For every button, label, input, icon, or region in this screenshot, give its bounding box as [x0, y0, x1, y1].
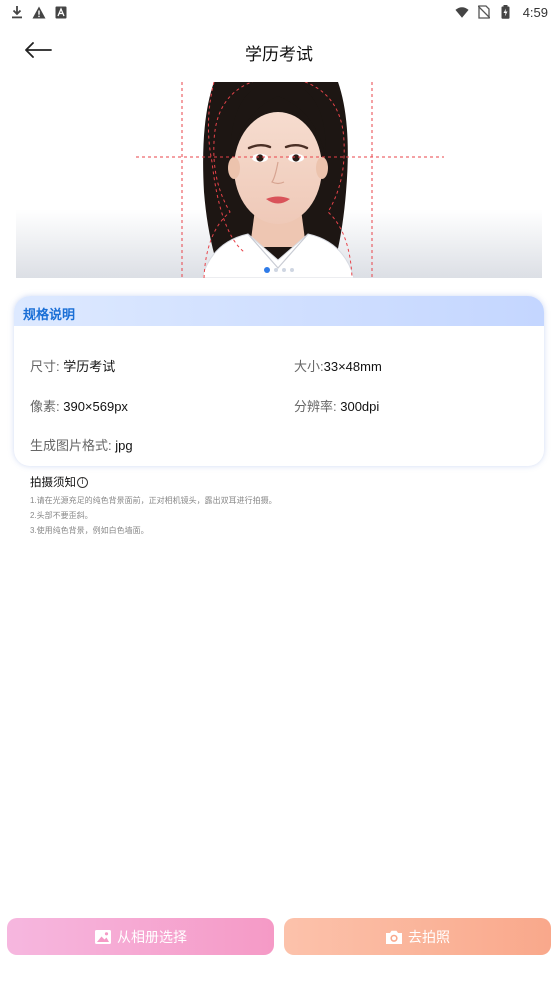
spec-dimension-value: 33×48mm — [323, 359, 382, 374]
notice-line: 2.头部不要歪斜。 — [30, 511, 93, 520]
status-left — [10, 5, 68, 19]
wifi-icon — [455, 5, 469, 19]
choose-from-album-button[interactable]: 从相册选择 — [7, 918, 274, 955]
spec-pixels: 像素: 390×569px — [30, 396, 128, 415]
info-icon[interactable]: i — [77, 476, 88, 488]
sample-portrait-image — [16, 82, 542, 278]
page-dot-active — [264, 267, 270, 273]
page-dot — [274, 268, 278, 272]
page-title: 学历考试 — [245, 44, 313, 64]
spec-dimension: 大小:33×48mm — [294, 356, 382, 375]
spec-card-body: 尺寸: 学历考试 大小:33×48mm 像素: 390×569px 分辨率: 3… — [20, 326, 538, 460]
spec-pixels-label: 像素: — [30, 399, 64, 414]
notice-line: 1.请在光源充足的纯色背景面前，正对相机镜头，露出双耳进行拍摄。 — [30, 496, 277, 505]
warning-icon — [32, 5, 46, 19]
take-photo-button[interactable]: 去拍照 — [284, 918, 551, 955]
spec-title: 规格说明 — [23, 307, 76, 322]
back-button[interactable] — [22, 38, 54, 66]
spec-size-value: 学历考试 — [63, 359, 116, 374]
banner-page-indicator — [16, 267, 542, 273]
spec-size-label: 尺寸: — [30, 359, 64, 374]
notice-title: 拍摄须知 — [30, 477, 76, 489]
spec-resolution-value: 300dpi — [340, 399, 380, 414]
spec-format-value: jpg — [115, 438, 133, 453]
choose-from-album-label: 从相册选择 — [117, 928, 187, 945]
sample-photo-banner[interactable] — [16, 82, 542, 278]
spec-format-label: 生成图片格式: — [30, 438, 116, 453]
sim-alert-icon — [54, 5, 68, 19]
status-bar: 4:59 — [0, 0, 558, 24]
camera-icon — [385, 929, 403, 945]
status-right: 4:59 — [455, 5, 548, 20]
download-icon — [10, 5, 24, 19]
spec-resolution: 分辨率: 300dpi — [294, 396, 379, 415]
battery-charging-icon — [499, 5, 513, 19]
page-dot — [290, 268, 294, 272]
take-photo-label: 去拍照 — [408, 928, 450, 945]
no-sim-icon — [477, 5, 491, 19]
image-icon — [94, 929, 112, 945]
arrow-left-icon — [24, 41, 52, 63]
spec-resolution-label: 分辨率: — [294, 399, 341, 414]
spec-size: 尺寸: 学历考试 — [30, 356, 115, 375]
status-time: 4:59 — [522, 4, 548, 20]
notice-title-row: 拍摄须知 i — [30, 474, 530, 490]
spec-card-header: 规格说明 — [14, 296, 544, 326]
spec-format: 生成图片格式: jpg — [30, 435, 133, 454]
spec-card: 规格说明 尺寸: 学历考试 大小:33×48mm 像素: 390×569px 分… — [14, 296, 544, 466]
app-header: 学历考试 — [0, 28, 558, 76]
page-dot — [282, 268, 286, 272]
shooting-notice: 拍摄须知 i 1.请在光源充足的纯色背景面前，正对相机镜头，露出双耳进行拍摄。 … — [30, 474, 530, 538]
spec-dimension-label: 大小: — [294, 359, 324, 374]
notice-line: 3.使用纯色背景，例如白色墙面。 — [30, 526, 149, 535]
spec-pixels-value: 390×569px — [63, 399, 128, 414]
